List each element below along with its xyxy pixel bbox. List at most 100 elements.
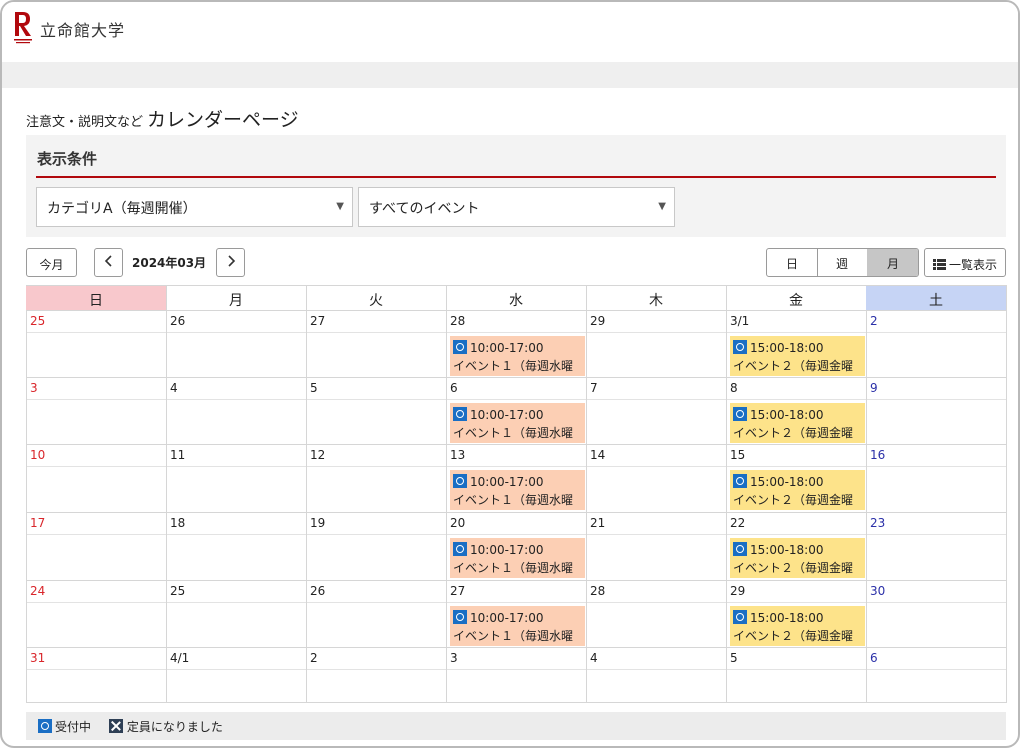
calendar-day-cell[interactable]: 7 xyxy=(587,378,727,445)
calendar-day-cell[interactable]: 20 10:00-17:00 イベント１（毎週水曜 xyxy=(447,513,587,581)
day-number[interactable]: 29 xyxy=(727,581,866,603)
view-day-button[interactable]: 日 xyxy=(767,249,818,276)
calendar-day-cell[interactable]: 10 xyxy=(27,445,167,513)
calendar-day-cell[interactable]: 5 xyxy=(307,378,447,445)
calendar-day-cell[interactable]: 12 xyxy=(307,445,447,513)
previous-month-button[interactable] xyxy=(94,248,123,277)
calendar-day-cell[interactable]: 2 xyxy=(307,648,447,703)
day-number[interactable]: 4 xyxy=(167,378,306,400)
calendar-day-cell[interactable]: 24 xyxy=(27,581,167,648)
day-number[interactable]: 8 xyxy=(727,378,866,400)
day-number[interactable]: 26 xyxy=(167,311,306,333)
day-number[interactable]: 6 xyxy=(867,648,1006,670)
calendar-day-cell[interactable]: 29 15:00-18:00 イベント２（毎週金曜 xyxy=(727,581,867,648)
calendar-day-cell[interactable]: 2 xyxy=(867,311,1007,378)
calendar-day-cell[interactable]: 25 xyxy=(167,581,307,648)
university-logo[interactable] xyxy=(12,10,34,46)
event-item[interactable]: 10:00-17:00 イベント１（毎週水曜 xyxy=(450,538,585,578)
event-item[interactable]: 15:00-18:00 イベント２（毎週金曜 xyxy=(730,403,865,443)
category-select[interactable]: カテゴリA（毎週開催） ▼ xyxy=(36,187,353,227)
day-number[interactable]: 29 xyxy=(587,311,726,333)
calendar-day-cell[interactable]: 28 10:00-17:00 イベント１（毎週水曜 xyxy=(447,311,587,378)
calendar-day-cell[interactable]: 3 xyxy=(447,648,587,703)
calendar-day-cell[interactable]: 6 xyxy=(867,648,1007,703)
day-number[interactable]: 31 xyxy=(27,648,166,670)
day-number[interactable]: 14 xyxy=(587,445,726,467)
event-item[interactable]: 10:00-17:00 イベント１（毎週水曜 xyxy=(450,403,585,443)
day-number[interactable]: 24 xyxy=(27,581,166,603)
calendar-day-cell[interactable]: 16 xyxy=(867,445,1007,513)
calendar-day-cell[interactable]: 30 xyxy=(867,581,1007,648)
calendar-day-cell[interactable]: 26 xyxy=(167,311,307,378)
day-number[interactable]: 21 xyxy=(587,513,726,535)
calendar-day-cell[interactable]: 4 xyxy=(167,378,307,445)
event-item[interactable]: 10:00-17:00 イベント１（毎週水曜 xyxy=(450,606,585,646)
day-number[interactable]: 7 xyxy=(587,378,726,400)
day-number[interactable]: 4/1 xyxy=(167,648,306,670)
day-number[interactable]: 27 xyxy=(307,311,446,333)
calendar-day-cell[interactable]: 31 xyxy=(27,648,167,703)
day-number[interactable]: 3 xyxy=(27,378,166,400)
calendar-day-cell[interactable]: 14 xyxy=(587,445,727,513)
calendar-day-cell[interactable]: 8 15:00-18:00 イベント２（毎週金曜 xyxy=(727,378,867,445)
day-number[interactable]: 2 xyxy=(867,311,1006,333)
day-number[interactable]: 9 xyxy=(867,378,1006,400)
calendar-day-cell[interactable]: 9 xyxy=(867,378,1007,445)
day-number[interactable]: 28 xyxy=(587,581,726,603)
day-number[interactable]: 17 xyxy=(27,513,166,535)
calendar-day-cell[interactable]: 19 xyxy=(307,513,447,581)
day-number[interactable]: 6 xyxy=(447,378,586,400)
calendar-day-cell[interactable]: 13 10:00-17:00 イベント１（毎週水曜 xyxy=(447,445,587,513)
view-week-button[interactable]: 週 xyxy=(817,249,868,276)
calendar-day-cell[interactable]: 27 10:00-17:00 イベント１（毎週水曜 xyxy=(447,581,587,648)
calendar-day-cell[interactable]: 4/1 xyxy=(167,648,307,703)
day-number[interactable]: 18 xyxy=(167,513,306,535)
calendar-day-cell[interactable]: 4 xyxy=(587,648,727,703)
day-number[interactable]: 26 xyxy=(307,581,446,603)
day-number[interactable]: 25 xyxy=(27,311,166,333)
event-item[interactable]: 15:00-18:00 イベント２（毎週金曜 xyxy=(730,538,865,578)
calendar-day-cell[interactable]: 26 xyxy=(307,581,447,648)
calendar-day-cell[interactable]: 11 xyxy=(167,445,307,513)
this-month-button[interactable]: 今月 xyxy=(26,248,77,277)
day-number[interactable]: 30 xyxy=(867,581,1006,603)
day-number[interactable]: 22 xyxy=(727,513,866,535)
calendar-day-cell[interactable]: 18 xyxy=(167,513,307,581)
day-number[interactable]: 28 xyxy=(447,311,586,333)
day-number[interactable]: 13 xyxy=(447,445,586,467)
calendar-day-cell[interactable]: 15 15:00-18:00 イベント２（毎週金曜 xyxy=(727,445,867,513)
calendar-day-cell[interactable]: 25 xyxy=(27,311,167,378)
day-number[interactable]: 10 xyxy=(27,445,166,467)
day-number[interactable]: 5 xyxy=(307,378,446,400)
day-number[interactable]: 20 xyxy=(447,513,586,535)
event-item[interactable]: 15:00-18:00 イベント２（毎週金曜 xyxy=(730,470,865,510)
event-item[interactable]: 10:00-17:00 イベント１（毎週水曜 xyxy=(450,336,585,376)
calendar-day-cell[interactable]: 5 xyxy=(727,648,867,703)
calendar-day-cell[interactable]: 23 xyxy=(867,513,1007,581)
day-number[interactable]: 2 xyxy=(307,648,446,670)
day-number[interactable]: 3 xyxy=(447,648,586,670)
day-number[interactable]: 25 xyxy=(167,581,306,603)
calendar-day-cell[interactable]: 6 10:00-17:00 イベント１（毎週水曜 xyxy=(447,378,587,445)
list-view-button[interactable]: 一覧表示 xyxy=(924,248,1006,277)
calendar-day-cell[interactable]: 29 xyxy=(587,311,727,378)
view-month-button[interactable]: 月 xyxy=(867,249,918,276)
calendar-day-cell[interactable]: 28 xyxy=(587,581,727,648)
next-month-button[interactable] xyxy=(216,248,245,277)
calendar-day-cell[interactable]: 3/1 15:00-18:00 イベント２（毎週金曜 xyxy=(727,311,867,378)
day-number[interactable]: 16 xyxy=(867,445,1006,467)
event-select[interactable]: すべてのイベント ▼ xyxy=(358,187,675,227)
day-number[interactable]: 3/1 xyxy=(727,311,866,333)
calendar-day-cell[interactable]: 27 xyxy=(307,311,447,378)
calendar-day-cell[interactable]: 3 xyxy=(27,378,167,445)
day-number[interactable]: 4 xyxy=(587,648,726,670)
calendar-day-cell[interactable]: 17 xyxy=(27,513,167,581)
calendar-day-cell[interactable]: 21 xyxy=(587,513,727,581)
day-number[interactable]: 5 xyxy=(727,648,866,670)
day-number[interactable]: 27 xyxy=(447,581,586,603)
day-number[interactable]: 23 xyxy=(867,513,1006,535)
day-number[interactable]: 19 xyxy=(307,513,446,535)
university-name[interactable]: 立命館大学 xyxy=(40,17,125,41)
event-item[interactable]: 15:00-18:00 イベント２（毎週金曜 xyxy=(730,336,865,376)
calendar-day-cell[interactable]: 22 15:00-18:00 イベント２（毎週金曜 xyxy=(727,513,867,581)
